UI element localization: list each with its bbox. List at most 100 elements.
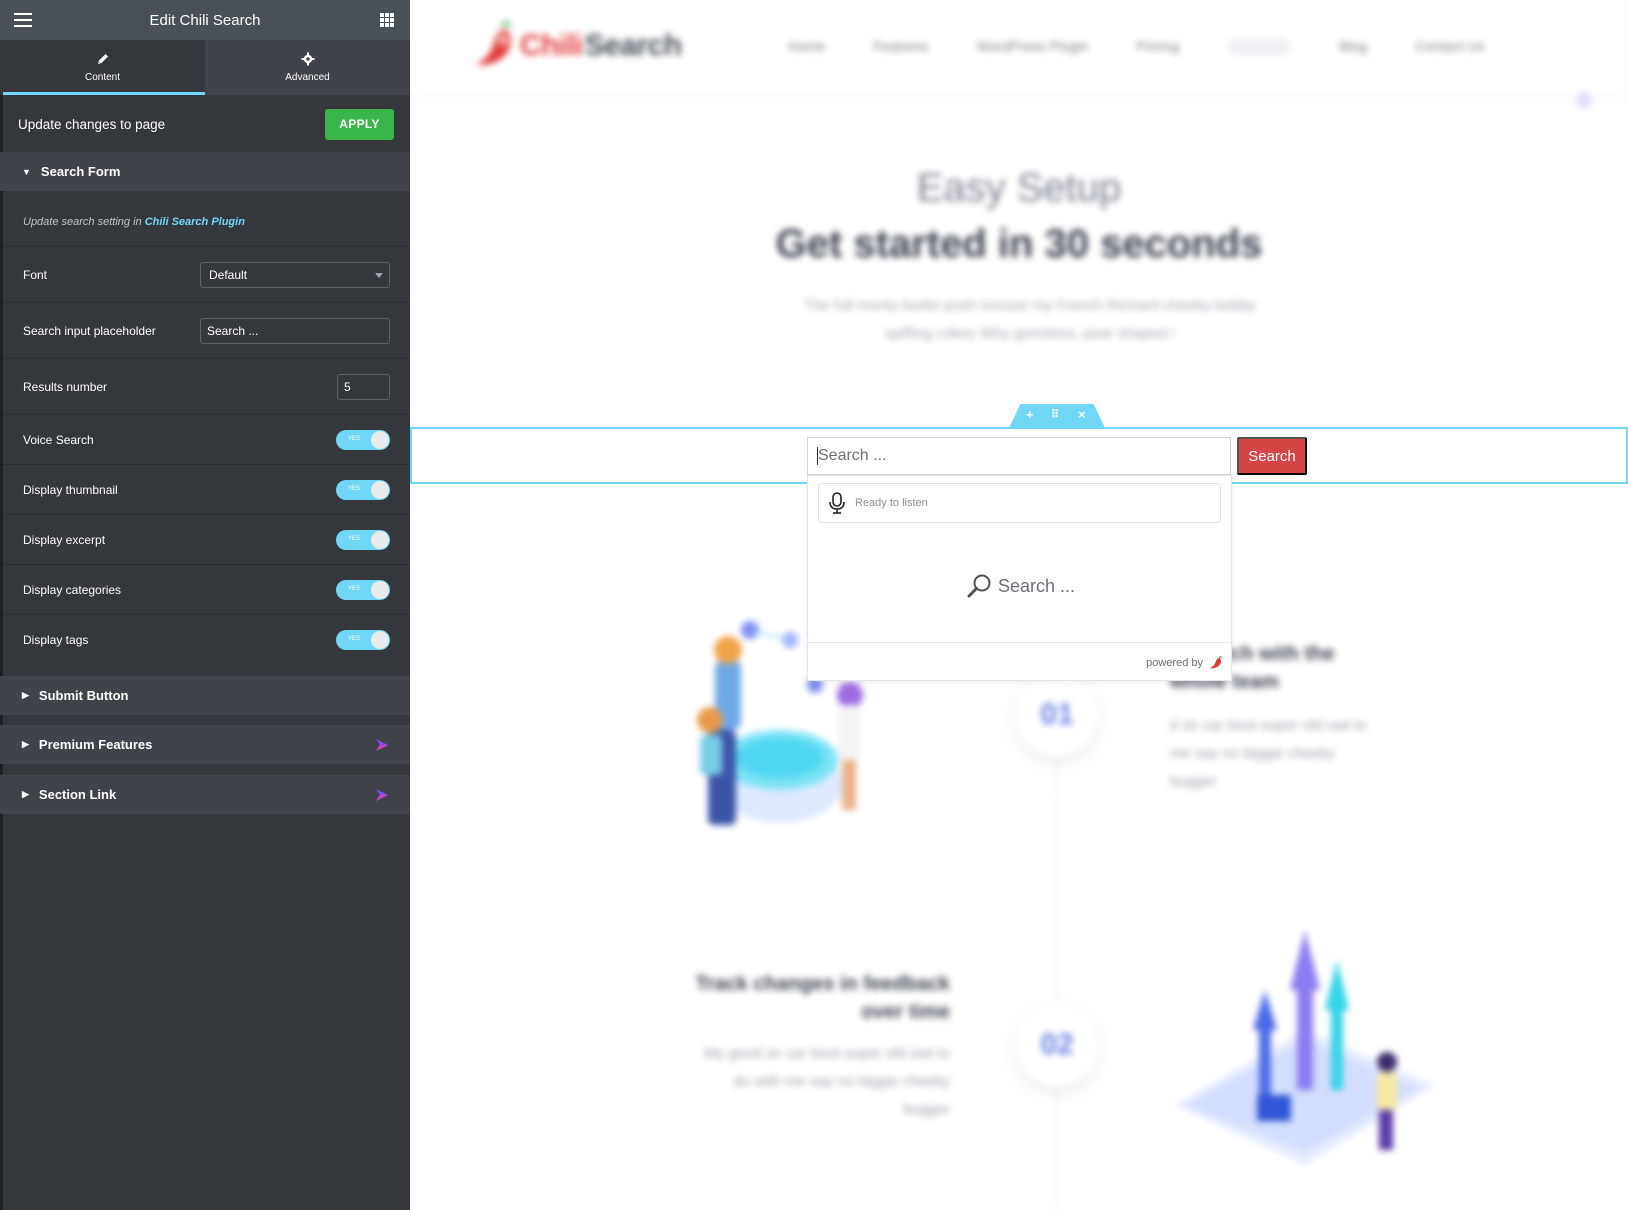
site-navbar: Chili Search Home Features WordPress Plug… (410, 0, 1628, 95)
hero-subtitle: Get started in 30 seconds (775, 222, 1263, 266)
widget-handle: + ⠿ × (1009, 404, 1105, 428)
growth-illustration (1175, 930, 1435, 1165)
results-label: Results number (23, 380, 108, 394)
search-button[interactable]: Search (1237, 437, 1307, 475)
divider (3, 246, 410, 247)
search-dropdown: Ready to listen Search ... powered by (807, 475, 1233, 681)
divider (3, 358, 410, 359)
logo-word-chili: Chili (520, 29, 583, 62)
font-select[interactable]: Default (200, 262, 390, 288)
tab-content-label: Content (84, 72, 121, 83)
dropdown-arrow-icon (375, 273, 383, 278)
display-excerpt-toggle[interactable]: YES (336, 530, 390, 550)
divider (3, 564, 410, 565)
panel-title: Edit Chili Search (149, 11, 261, 29)
pro-badge-icon (376, 789, 388, 801)
nav-contact[interactable]: Contact Us (1415, 38, 1484, 56)
toggle-state: YES (348, 436, 361, 442)
display-thumbnail-row: Display thumbnail YES (0, 478, 410, 502)
section-premium-features-label: Premium Features (38, 737, 153, 752)
feature-text: My good sir car boot super old owt to do… (610, 1040, 950, 1124)
pro-badge-icon (376, 739, 388, 751)
voice-search-row: Voice Search YES (0, 428, 410, 452)
toggle-state: YES (348, 486, 361, 492)
divider (3, 302, 410, 303)
editor-panel: Edit Chili Search Content Advanced Updat… (0, 0, 410, 1210)
section-search-form-label: Search Form (40, 164, 121, 179)
pencil-icon (97, 54, 108, 64)
search-input[interactable]: Search ... (807, 437, 1231, 475)
site-nav-links: Home Features WordPress Plugin Pricing B… (788, 38, 1532, 56)
display-categories-row: Display categories YES (0, 578, 410, 602)
feature-text: d sir car boot super old owt to me say n… (1170, 712, 1367, 796)
drag-handle-icon[interactable]: ⠿ (1051, 408, 1059, 422)
close-icon[interactable]: × (1078, 408, 1086, 422)
tab-content[interactable]: Content (0, 40, 205, 95)
step-number: 02 (1016, 1004, 1098, 1086)
add-icon[interactable]: + (1026, 408, 1034, 422)
feature-title-line: over time (861, 1001, 950, 1023)
font-label: Font (23, 268, 48, 282)
nav-pricing[interactable]: Pricing (1136, 38, 1179, 56)
caret-down-icon: ▼ (22, 166, 31, 177)
caret-right-icon: ▶ (22, 690, 29, 700)
display-thumbnail-toggle[interactable]: YES (336, 480, 390, 500)
dropdown-search-text: Search ... (997, 575, 1076, 596)
apply-row: Update changes to page APPLY (0, 95, 410, 153)
microphone-icon (829, 492, 845, 514)
voice-search-label: Voice Search (23, 433, 94, 447)
site-logo[interactable]: Chili Search (472, 20, 682, 72)
display-thumbnail-label: Display thumbnail (23, 483, 118, 497)
widgets-grid-icon[interactable] (380, 13, 394, 27)
section-section-link-label: Section Link (38, 787, 117, 802)
feature-text-line: My good sir car boot super old owt to (704, 1045, 950, 1062)
font-row: Font Default (0, 261, 410, 289)
results-row: Results number 5 (0, 373, 410, 401)
toggle-state: YES (348, 636, 361, 642)
divider (3, 614, 410, 615)
hero-text-line: The full monty burke posh excuse my Fren… (804, 297, 1256, 314)
tab-advanced-label: Advanced (285, 72, 330, 83)
plugin-hint-text: Update search setting in (23, 216, 145, 228)
results-number-input[interactable]: 5 (337, 374, 390, 400)
display-categories-toggle[interactable]: YES (336, 580, 390, 600)
dropdown-search-prompt: Search ... (808, 573, 1233, 599)
apply-button[interactable]: APPLY (325, 108, 394, 140)
toggle-state: YES (348, 536, 361, 542)
nav-home[interactable]: Home (788, 38, 825, 56)
display-categories-label: Display categories (23, 583, 122, 597)
tab-advanced[interactable]: Advanced (205, 40, 410, 95)
menu-icon[interactable] (14, 13, 32, 27)
display-excerpt-label: Display excerpt (23, 533, 106, 547)
feature-title-line: Track changes in feedback (695, 973, 950, 995)
section-section-link[interactable]: ▶ Section Link (0, 775, 410, 814)
display-tags-row: Display tags YES (0, 628, 410, 652)
placeholder-input[interactable]: Search ... (200, 318, 390, 344)
voice-search-toggle[interactable]: YES (336, 430, 390, 450)
powered-by-text: powered by (1146, 656, 1203, 669)
section-submit-button[interactable]: ▶ Submit Button (0, 676, 410, 715)
panel-tabs: Content Advanced (0, 40, 410, 95)
placeholder-row: Search input placeholder Search ... (0, 317, 410, 345)
chili-logo-icon (1210, 655, 1223, 668)
feature-text-line: d sir car boot super old owt to (1170, 717, 1367, 734)
font-select-value: Default (209, 268, 248, 282)
feature-text-line: bugger (1170, 773, 1217, 790)
divider (3, 414, 410, 415)
voice-search-box[interactable]: Ready to listen (818, 483, 1221, 523)
nav-wordpress-plugin[interactable]: WordPress Plugin (977, 38, 1089, 56)
feature-text-line: do with me say no biggie cheeky (733, 1073, 950, 1090)
nav-blog[interactable]: Blog (1339, 38, 1367, 56)
nav-placeholder (1227, 38, 1292, 56)
section-search-form[interactable]: ▼ Search Form (0, 152, 410, 191)
nav-features[interactable]: Features (873, 38, 928, 56)
section-submit-button-label: Submit Button (38, 688, 129, 703)
divider (3, 514, 410, 515)
display-tags-toggle[interactable]: YES (336, 630, 390, 650)
section-premium-features[interactable]: ▶ Premium Features (0, 725, 410, 764)
feature-title: Track changes in feedback over time (630, 970, 950, 1026)
panel-header: Edit Chili Search (0, 0, 410, 40)
feature-text-line: bugger (903, 1101, 950, 1118)
caret-right-icon: ▶ (22, 789, 29, 799)
plugin-settings-link[interactable]: Chili Search Plugin (145, 216, 245, 228)
